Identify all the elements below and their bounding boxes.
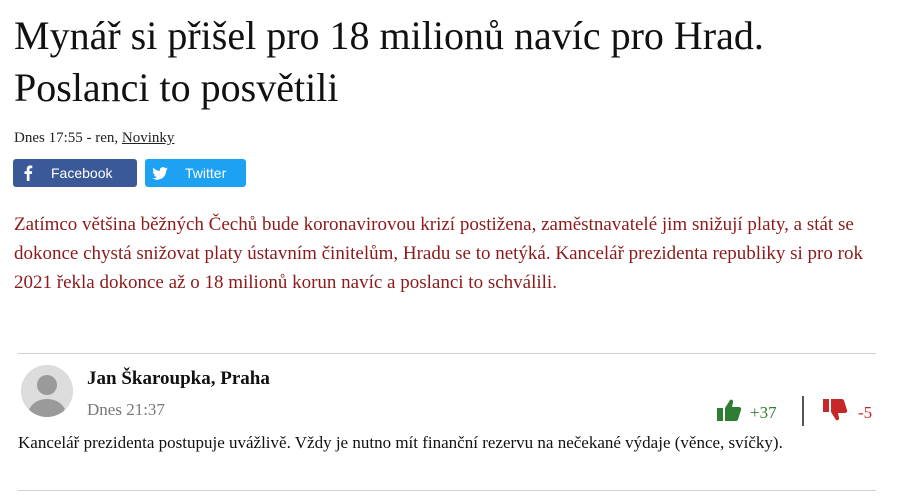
twitter-icon: [145, 166, 175, 180]
comment-divider-bottom: [18, 490, 876, 491]
thumbs-up-icon: [716, 398, 742, 427]
facebook-share-button[interactable]: Facebook: [13, 159, 137, 187]
article-date-author: Dnes 17:55 - ren,: [14, 130, 122, 146]
comment-text: Kancelář prezidenta postupuje uvážlivě. …: [18, 433, 783, 452]
twitter-share-label: Twitter: [185, 165, 227, 181]
facebook-share-label: Facebook: [51, 165, 113, 181]
thumbs-down-icon: [822, 398, 848, 427]
article-headline: Mynář si přišel pro 18 milionů navíc pro…: [14, 13, 764, 110]
comment-divider-top: [18, 353, 876, 354]
downvote-button[interactable]: -5: [822, 398, 872, 427]
comment-author[interactable]: Jan Škaroupka, Praha: [87, 368, 270, 390]
vote-separator: [802, 396, 804, 426]
article-perex: Zatímco většina běžných Čechů bude koron…: [14, 214, 863, 293]
twitter-share-button[interactable]: Twitter: [145, 159, 246, 187]
downvote-count: -5: [858, 402, 873, 422]
source-link[interactable]: Novinky: [122, 130, 175, 146]
facebook-icon: [13, 165, 43, 181]
avatar-placeholder-icon: [21, 365, 73, 417]
upvote-button[interactable]: +37: [716, 398, 777, 427]
article-meta: Dnes 17:55 - ren, Novinky: [14, 130, 174, 147]
comment-time: Dnes 21:37: [87, 400, 165, 419]
upvote-count: +37: [750, 402, 777, 422]
